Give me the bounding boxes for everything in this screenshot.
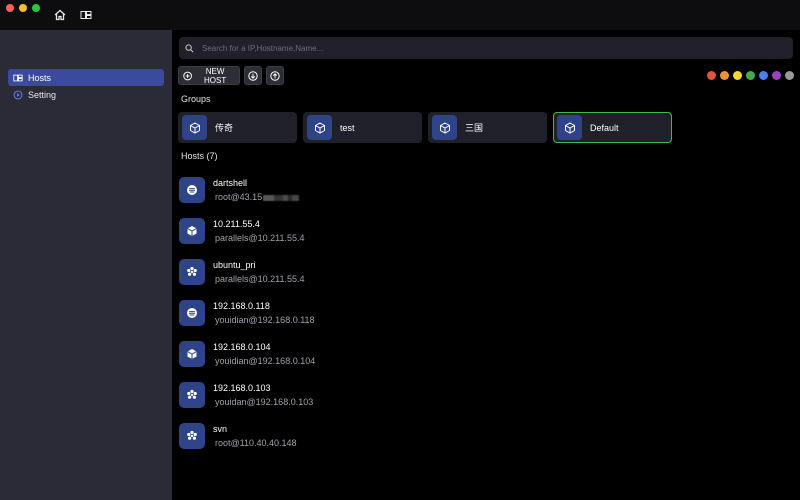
host-name: 192.168.0.118 — [213, 301, 270, 311]
color-filter-orange[interactable] — [720, 71, 729, 80]
group-name: 传奇 — [215, 123, 234, 133]
sidebar-item-hosts[interactable]: Hosts — [8, 69, 164, 86]
color-filter-purple[interactable] — [772, 71, 781, 80]
gear-play-icon — [13, 90, 23, 99]
cube-icon — [307, 115, 332, 140]
group-name: test — [340, 122, 355, 133]
redacted-ip — [263, 194, 300, 201]
cluster-icon — [179, 259, 205, 285]
sidebar-item-label: Hosts — [28, 72, 52, 83]
close-window-button[interactable] — [6, 4, 14, 12]
color-filter-red[interactable] — [707, 71, 716, 80]
sidebar-item-setting[interactable]: Setting — [8, 86, 164, 103]
host-address: parallels@10.211.55.4 — [215, 274, 305, 284]
cube-icon — [557, 115, 582, 140]
servers-icon[interactable] — [80, 9, 92, 21]
host-name: dartshell — [213, 178, 248, 188]
maximize-window-button[interactable] — [32, 4, 40, 12]
cluster-icon — [179, 382, 205, 408]
host-address: youidian@192.168.0.104 — [215, 356, 316, 366]
color-filter-yellow[interactable] — [733, 71, 742, 80]
host-address: root@110.40.40.148 — [215, 438, 297, 448]
cube-icon — [179, 218, 205, 244]
group-card[interactable]: 传奇 — [178, 112, 297, 143]
host-row[interactable]: svn root@110.40.40.148 — [179, 421, 479, 451]
color-filter-gray[interactable] — [785, 71, 794, 80]
new-host-label: NEW HOST — [203, 66, 227, 85]
new-host-button[interactable]: NEW HOST — [178, 66, 240, 85]
cluster-icon — [179, 423, 205, 449]
host-address: youidian@192.168.0.118 — [215, 315, 315, 325]
host-name: 10.211.55.4 — [213, 219, 260, 229]
host-name: ubuntu_pri — [213, 260, 256, 270]
sidebar: Hosts Setting — [0, 30, 172, 500]
host-row[interactable]: 10.211.55.4 parallels@10.211.55.4 — [179, 216, 479, 246]
cube-icon — [182, 115, 207, 140]
export-button[interactable] — [266, 66, 284, 85]
ubuntu-icon — [179, 300, 205, 326]
group-card[interactable]: test — [303, 112, 422, 143]
search-input[interactable] — [202, 43, 782, 53]
upload-icon — [270, 70, 280, 81]
sidebar-item-label: Setting — [28, 89, 57, 100]
host-address: youidan@192.168.0.103 — [215, 397, 314, 407]
hosts-heading: Hosts (7) — [181, 151, 218, 161]
host-address: parallels@10.211.55.4 — [215, 233, 305, 243]
host-row[interactable]: 192.168.0.103 youidan@192.168.0.103 — [179, 380, 479, 410]
groups-heading: Groups — [181, 94, 211, 104]
minimize-window-button[interactable] — [19, 4, 27, 12]
main-panel: NEW HOST Groups — [172, 30, 800, 500]
group-name: 三国 — [465, 123, 484, 133]
host-name: 192.168.0.103 — [213, 383, 271, 393]
color-filter-bar — [707, 71, 794, 80]
host-address: root@43.15 — [213, 192, 300, 202]
host-name: svn — [213, 424, 228, 434]
group-card[interactable]: 三国 — [428, 112, 547, 143]
groups-list: 传奇 test 三国 Default — [178, 112, 672, 143]
import-button[interactable] — [244, 66, 262, 85]
title-bar — [0, 0, 800, 30]
host-address-text: root@43.15 — [215, 192, 263, 202]
download-icon — [248, 70, 258, 81]
search-bar[interactable] — [179, 37, 793, 59]
host-row[interactable]: 192.168.0.118 youidian@192.168.0.118 — [179, 298, 479, 328]
color-filter-blue[interactable] — [759, 71, 768, 80]
servers-icon — [13, 74, 23, 81]
group-name: Default — [590, 122, 619, 133]
plus-circle-icon — [183, 71, 192, 80]
search-icon — [185, 43, 194, 52]
ubuntu-icon — [179, 177, 205, 203]
host-row[interactable]: ubuntu_pri parallels@10.211.55.4 — [179, 257, 479, 287]
host-name: 192.168.0.104 — [213, 342, 271, 352]
host-row[interactable]: 192.168.0.104 youidian@192.168.0.104 — [179, 339, 479, 369]
color-filter-green[interactable] — [746, 71, 755, 80]
cube-icon — [179, 341, 205, 367]
home-icon[interactable] — [54, 9, 66, 21]
cube-icon — [432, 115, 457, 140]
host-row[interactable]: dartshell root@43.15 — [179, 175, 479, 205]
group-card[interactable]: Default — [553, 112, 672, 143]
toolbar: NEW HOST — [178, 66, 284, 85]
